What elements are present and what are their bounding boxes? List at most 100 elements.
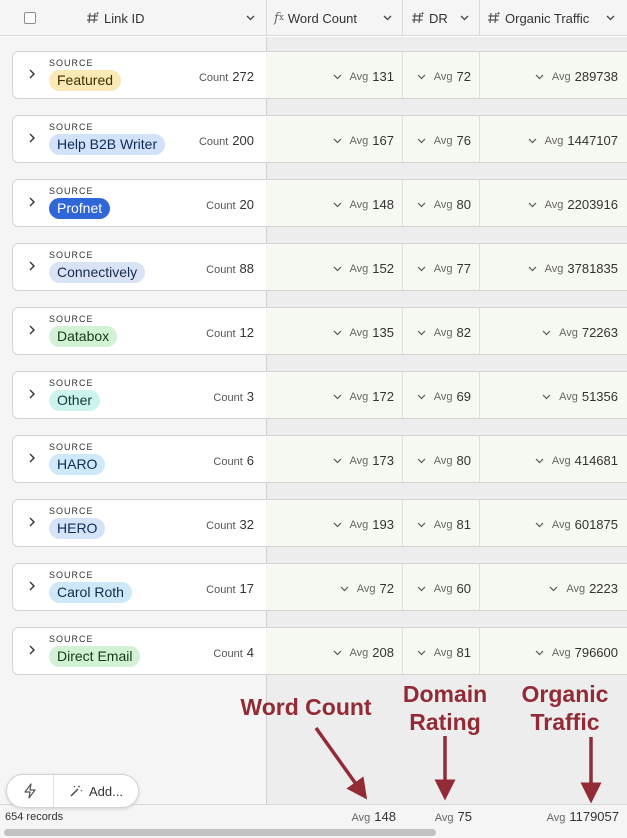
chevron-down-icon[interactable] [340, 584, 349, 593]
avg-organic-traffic[interactable]: Avg 601875 [535, 517, 618, 532]
chevron-right-icon[interactable] [27, 325, 37, 335]
avg-dr[interactable]: Avg 80 [417, 453, 471, 468]
chevron-down-icon[interactable] [333, 456, 342, 465]
chevron-down-icon[interactable] [333, 72, 342, 81]
avg-organic-traffic[interactable]: Avg 796600 [535, 645, 618, 660]
group-row[interactable]: SOURCE Direct Email Count 4 Avg 208 Avg 81 Avg 79… [12, 627, 627, 676]
group-row[interactable]: SOURCE Help B2B Writer Count 200 Avg 167 Avg 76… [12, 115, 627, 164]
horizontal-scrollbar[interactable] [0, 828, 627, 838]
column-header-word-count[interactable]: fx Word Count [274, 0, 357, 36]
avg-word-count[interactable]: Avg 148 [333, 197, 394, 212]
chevron-down-icon[interactable] [535, 456, 544, 465]
group-header[interactable]: SOURCE Help B2B Writer Count 200 [12, 115, 266, 163]
chevron-down-icon[interactable] [542, 392, 551, 401]
chevron-down-icon[interactable] [417, 200, 426, 209]
avg-word-count[interactable]: Avg 193 [333, 517, 394, 532]
avg-organic-traffic[interactable]: Avg 414681 [535, 453, 618, 468]
chevron-down-icon[interactable] [333, 392, 342, 401]
avg-organic-traffic[interactable]: Avg 2223 [549, 581, 618, 596]
chevron-right-icon[interactable] [27, 389, 37, 399]
chevron-down-icon[interactable] [333, 648, 342, 657]
summary-word-count[interactable]: Avg 148 [352, 809, 396, 824]
avg-organic-traffic[interactable]: Avg 2203916 [528, 197, 618, 212]
group-row[interactable]: SOURCE Databox Count 12 Avg 135 Avg 82 Avg 72263 [12, 307, 627, 356]
chevron-down-icon[interactable] [417, 392, 426, 401]
chevron-down-icon[interactable] [417, 456, 426, 465]
avg-dr[interactable]: Avg 69 [417, 389, 471, 404]
avg-dr[interactable]: Avg 81 [417, 645, 471, 660]
avg-dr[interactable]: Avg 81 [417, 517, 471, 532]
summary-dr[interactable]: Avg 75 [435, 809, 472, 824]
column-header-dr[interactable]: DR [411, 0, 448, 36]
chevron-down-icon[interactable] [333, 520, 342, 529]
avg-word-count[interactable]: Avg 152 [333, 261, 394, 276]
column-header-link-id[interactable]: Link ID [86, 0, 144, 36]
avg-word-count[interactable]: Avg 173 [333, 453, 394, 468]
avg-organic-traffic[interactable]: Avg 72263 [542, 325, 618, 340]
avg-dr[interactable]: Avg 77 [417, 261, 471, 276]
add-button[interactable]: Add... [54, 775, 138, 807]
chevron-right-icon[interactable] [27, 261, 37, 271]
chevron-down-icon[interactable] [606, 13, 615, 22]
avg-word-count[interactable]: Avg 172 [333, 389, 394, 404]
avg-dr[interactable]: Avg 80 [417, 197, 471, 212]
chevron-right-icon[interactable] [27, 133, 37, 143]
chevron-down-icon[interactable] [417, 136, 426, 145]
chevron-down-icon[interactable] [417, 584, 426, 593]
group-header[interactable]: SOURCE HERO Count 32 [12, 499, 266, 547]
chevron-down-icon[interactable] [333, 200, 342, 209]
group-header[interactable]: SOURCE Connectively Count 88 [12, 243, 266, 291]
group-row[interactable]: SOURCE HERO Count 32 Avg 193 Avg 81 Avg 601875 [12, 499, 627, 548]
avg-organic-traffic[interactable]: Avg 289738 [535, 69, 618, 84]
chevron-right-icon[interactable] [27, 197, 37, 207]
select-all-checkbox[interactable] [24, 12, 36, 24]
avg-dr[interactable]: Avg 76 [417, 133, 471, 148]
chevron-down-icon[interactable] [535, 72, 544, 81]
chevron-down-icon[interactable] [333, 136, 342, 145]
avg-word-count[interactable]: Avg 135 [333, 325, 394, 340]
group-row[interactable]: SOURCE Profnet Count 20 Avg 148 Avg 80 Avg 220391… [12, 179, 627, 228]
avg-word-count[interactable]: Avg 72 [340, 581, 394, 596]
avg-word-count[interactable]: Avg 208 [333, 645, 394, 660]
group-row[interactable]: SOURCE Featured Count 272 Avg 131 Avg 72 Avg 2897… [12, 51, 627, 100]
chevron-down-icon[interactable] [417, 264, 426, 273]
group-header[interactable]: SOURCE Other Count 3 [12, 371, 266, 419]
avg-dr[interactable]: Avg 82 [417, 325, 471, 340]
scrollbar-thumb[interactable] [4, 829, 436, 836]
chevron-right-icon[interactable] [27, 69, 37, 79]
group-row[interactable]: SOURCE HARO Count 6 Avg 173 Avg 80 Avg 414681 [12, 435, 627, 484]
chevron-down-icon[interactable] [333, 328, 342, 337]
avg-word-count[interactable]: Avg 131 [333, 69, 394, 84]
group-header[interactable]: SOURCE HARO Count 6 [12, 435, 266, 483]
chevron-down-icon[interactable] [417, 648, 426, 657]
group-header[interactable]: SOURCE Featured Count 272 [12, 51, 266, 99]
chevron-down-icon[interactable] [417, 72, 426, 81]
group-header[interactable]: SOURCE Carol Roth Count 17 [12, 563, 266, 611]
chevron-right-icon[interactable] [27, 581, 37, 591]
chevron-down-icon[interactable] [542, 328, 551, 337]
avg-dr[interactable]: Avg 60 [417, 581, 471, 596]
chevron-down-icon[interactable] [535, 648, 544, 657]
avg-organic-traffic[interactable]: Avg 1447107 [528, 133, 618, 148]
avg-word-count[interactable]: Avg 167 [333, 133, 394, 148]
chevron-down-icon[interactable] [549, 584, 558, 593]
automation-button[interactable] [7, 775, 53, 807]
chevron-down-icon[interactable] [528, 264, 537, 273]
avg-organic-traffic[interactable]: Avg 51356 [542, 389, 618, 404]
chevron-down-icon[interactable] [528, 136, 537, 145]
chevron-down-icon[interactable] [417, 520, 426, 529]
chevron-down-icon[interactable] [246, 13, 255, 22]
group-header[interactable]: SOURCE Profnet Count 20 [12, 179, 266, 227]
group-row[interactable]: SOURCE Connectively Count 88 Avg 152 Avg 77 Avg 3… [12, 243, 627, 292]
chevron-right-icon[interactable] [27, 453, 37, 463]
group-header[interactable]: SOURCE Direct Email Count 4 [12, 627, 266, 675]
chevron-down-icon[interactable] [528, 200, 537, 209]
chevron-right-icon[interactable] [27, 517, 37, 527]
group-header[interactable]: SOURCE Databox Count 12 [12, 307, 266, 355]
group-row[interactable]: SOURCE Other Count 3 Avg 172 Avg 69 Avg 51356 [12, 371, 627, 420]
column-header-organic-traffic[interactable]: Organic Traffic [487, 0, 589, 36]
chevron-down-icon[interactable] [535, 520, 544, 529]
chevron-down-icon[interactable] [460, 13, 469, 22]
avg-dr[interactable]: Avg 72 [417, 69, 471, 84]
chevron-right-icon[interactable] [27, 645, 37, 655]
